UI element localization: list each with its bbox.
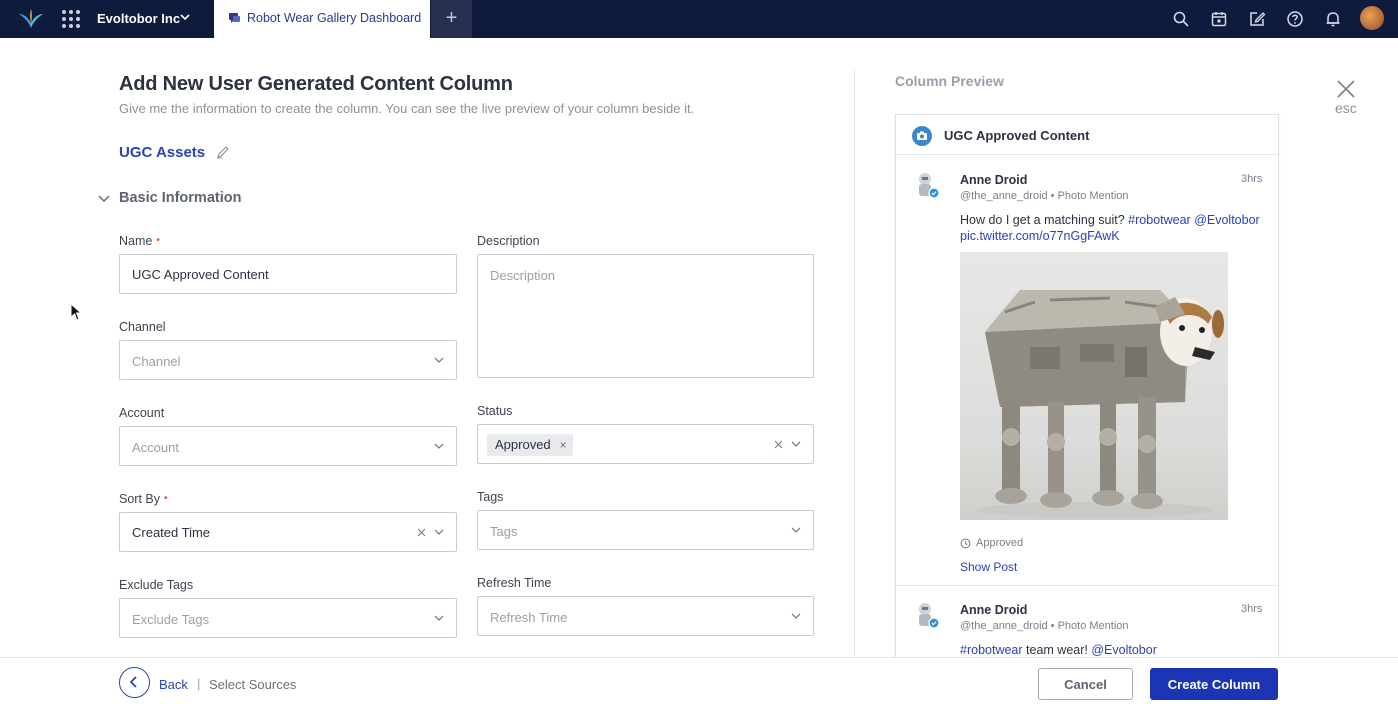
hashtag-link[interactable]: #robotwear [960, 643, 1023, 657]
chevron-down-icon [434, 529, 444, 535]
post-author: Anne Droid [960, 173, 1028, 187]
mouse-cursor-icon [70, 303, 82, 321]
required-mark: • [156, 235, 160, 246]
column-preview-card: UGC Approved Content Anne Droid @the_ann… [895, 114, 1279, 674]
description-textarea[interactable]: Description [477, 254, 814, 378]
channel-placeholder: Channel [132, 354, 181, 369]
chat-icon [229, 13, 240, 23]
tags-placeholder: Tags [490, 524, 518, 539]
panel-divider [854, 70, 855, 657]
channel-select[interactable]: Channel [119, 340, 457, 380]
search-icon[interactable] [1172, 10, 1190, 28]
asset-group-name[interactable]: UGC Assets [119, 144, 205, 161]
post-divider [896, 585, 1278, 586]
page-subtitle: Give me the information to create the co… [119, 101, 695, 116]
status-chip-approved: Approved × [487, 434, 573, 456]
app-grid-icon[interactable] [62, 10, 80, 28]
post-text: How do I get a matching suit? #robotwear… [960, 212, 1260, 244]
chip-remove-icon[interactable]: × [560, 434, 567, 456]
post-text: #robotwear team wear! @Evoltobor [960, 642, 1260, 658]
status-select[interactable]: Approved × [477, 424, 814, 464]
exclude-tags-select[interactable]: Exclude Tags [119, 598, 457, 638]
clear-icon[interactable] [774, 440, 783, 449]
hashtag-link[interactable]: #robotwear [1128, 213, 1191, 227]
preview-column-title: UGC Approved Content [944, 128, 1090, 143]
description-placeholder: Description [490, 268, 556, 283]
refresh-time-label: Refresh Time [477, 576, 552, 590]
preview-column-header: UGC Approved Content [896, 115, 1278, 155]
back-button[interactable] [119, 667, 150, 698]
description-label: Description [477, 234, 540, 248]
chevron-left-icon [129, 676, 137, 688]
channel-label: Channel [119, 320, 166, 334]
sort-by-label: Sort By • [119, 492, 168, 506]
post-photo[interactable] [960, 252, 1228, 520]
create-column-button[interactable]: Create Column [1150, 668, 1278, 700]
show-post-link[interactable]: Show Post [960, 560, 1017, 574]
account-select[interactable]: Account [119, 426, 457, 466]
help-icon[interactable] [1286, 10, 1304, 28]
post-status: Approved [976, 537, 1024, 549]
calendar-icon[interactable] [1210, 10, 1228, 28]
user-avatar[interactable] [1360, 6, 1384, 30]
tab-robot-wear-gallery-dashboard[interactable]: Robot Wear Gallery Dashboard [214, 0, 430, 38]
page-title: Add New User Generated Content Column [119, 73, 513, 95]
next-step-label: Select Sources [209, 677, 297, 692]
top-navigation-bar: Evoltobor Inc Robot Wear Gallery Dashboa… [0, 0, 1398, 38]
back-link[interactable]: Back [159, 677, 188, 692]
tags-select[interactable]: Tags [477, 510, 814, 550]
chip-label: Approved [495, 437, 551, 452]
name-label: Name • [119, 234, 160, 248]
chevron-down-icon[interactable] [180, 12, 190, 22]
mention-link[interactable]: @Evoltobor [1091, 643, 1157, 657]
post-text-plain: team wear! [1026, 643, 1088, 657]
post-author: Anne Droid [960, 603, 1028, 617]
post-handle: @the_anne_droid • Photo Mention [960, 620, 1129, 632]
avatar [919, 603, 940, 629]
post-text-plain: How do I get a matching suit? [960, 213, 1125, 227]
column-preview-label: Column Preview [895, 73, 1004, 89]
chevron-down-icon [434, 615, 444, 621]
name-value: UGC Approved Content [132, 267, 269, 282]
chevron-down-icon [434, 443, 444, 449]
chevron-down-icon [434, 357, 444, 363]
avatar [919, 173, 940, 199]
cancel-button[interactable]: Cancel [1038, 668, 1133, 700]
post-time: 3hrs [1241, 173, 1263, 185]
tags-label: Tags [477, 490, 504, 504]
exclude-tags-placeholder: Exclude Tags [132, 612, 210, 627]
chevron-down-icon [791, 527, 801, 533]
organization-switcher[interactable]: Evoltobor Inc [97, 11, 180, 26]
post-time: 3hrs [1241, 603, 1263, 615]
close-icon[interactable] [1337, 80, 1355, 98]
status-label: Status [477, 404, 513, 418]
section-basic-information[interactable]: Basic Information [119, 190, 241, 206]
logo-icon[interactable] [18, 8, 44, 30]
tab-label: Robot Wear Gallery Dashboard [247, 11, 422, 25]
account-label: Account [119, 406, 165, 420]
refresh-time-placeholder: Refresh Time [490, 610, 568, 625]
sort-by-value: Created Time [132, 525, 211, 540]
sort-by-select[interactable]: Created Time [119, 512, 457, 552]
name-field[interactable]: UGC Approved Content [119, 254, 457, 294]
chevron-down-icon [791, 613, 801, 619]
ugc-column-icon [912, 126, 932, 146]
chevron-down-icon[interactable] [98, 192, 110, 204]
post-handle: @the_anne_droid • Photo Mention [960, 190, 1129, 202]
exclude-tags-label: Exclude Tags [119, 578, 194, 592]
required-mark: • [164, 493, 168, 504]
breadcrumb-separator: | [197, 676, 201, 691]
bottom-action-bar: Back | Select Sources Cancel Create Colu… [0, 657, 1398, 704]
pencil-icon[interactable] [216, 145, 230, 159]
chevron-down-icon [791, 441, 801, 447]
esc-hint: esc [1335, 100, 1357, 116]
bell-icon[interactable] [1324, 10, 1342, 28]
clear-icon[interactable] [417, 528, 426, 537]
account-placeholder: Account [132, 440, 179, 455]
robot-dog-costume-illustration [976, 290, 1224, 518]
compose-icon[interactable] [1248, 10, 1266, 28]
status-icon [960, 538, 971, 549]
add-tab-button[interactable]: + [431, 0, 472, 38]
refresh-time-select[interactable]: Refresh Time [477, 596, 814, 636]
